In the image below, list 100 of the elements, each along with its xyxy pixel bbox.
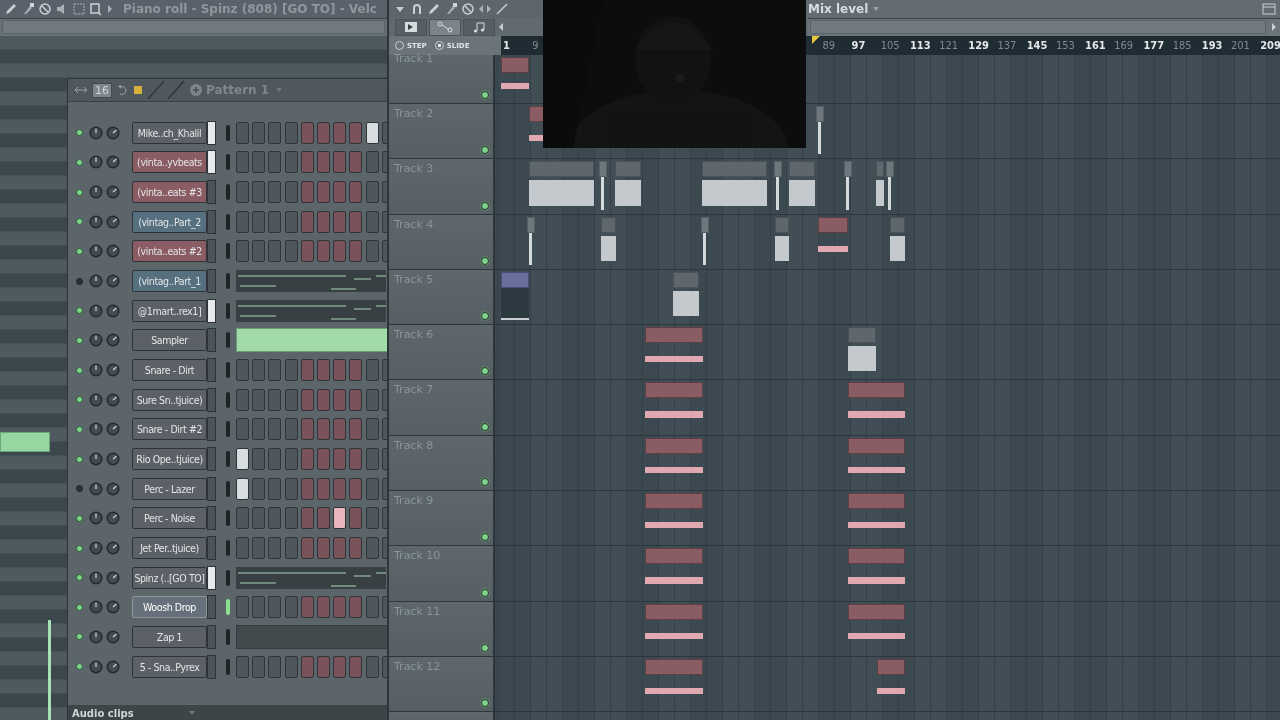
note-preview[interactable]	[236, 299, 386, 322]
slip-icon[interactable]	[478, 2, 492, 16]
channel-pad[interactable]	[226, 184, 230, 201]
volume-knob[interactable]	[106, 363, 120, 378]
volume-knob[interactable]	[106, 570, 120, 585]
channel-select-bar[interactable]	[207, 150, 216, 175]
channel-led[interactable]	[76, 574, 83, 582]
pan-knob[interactable]	[89, 363, 103, 378]
channel-button[interactable]: Sure Sn..tjuice)	[132, 388, 207, 411]
brush-icon[interactable]	[444, 2, 458, 16]
channel-led[interactable]	[76, 366, 83, 374]
volume-knob[interactable]	[106, 630, 120, 644]
channel-pad[interactable]	[226, 540, 230, 556]
track-led[interactable]	[481, 367, 489, 376]
mix-level-menu[interactable]: Mix level	[808, 1, 869, 16]
channel-pad[interactable]	[226, 302, 230, 319]
pan-knob[interactable]	[89, 630, 103, 644]
volume-knob[interactable]	[106, 481, 120, 496]
volume-knob[interactable]	[106, 600, 120, 615]
track-led[interactable]	[481, 643, 489, 652]
channel-button[interactable]: (vintag..Part_1	[132, 270, 207, 293]
channel-pad[interactable]	[226, 362, 230, 379]
channel-led[interactable]	[76, 485, 83, 493]
audio-clip[interactable]	[886, 161, 894, 210]
radio-button[interactable]	[434, 41, 444, 50]
track-led[interactable]	[481, 533, 489, 542]
volume-knob[interactable]	[106, 274, 120, 289]
channel-led[interactable]	[76, 307, 83, 315]
pan-knob[interactable]	[89, 185, 103, 200]
pan-knob[interactable]	[89, 600, 103, 615]
channel-pad[interactable]	[226, 213, 230, 230]
step-button[interactable]	[236, 448, 249, 471]
pan-knob[interactable]	[89, 303, 103, 318]
channel-led[interactable]	[76, 277, 83, 285]
volume-knob[interactable]	[106, 125, 120, 140]
volume-knob[interactable]	[106, 185, 120, 200]
track-led[interactable]	[481, 146, 489, 155]
channel-led[interactable]	[76, 188, 83, 196]
channel-pad[interactable]	[226, 599, 230, 616]
channel-led[interactable]	[76, 514, 83, 522]
step-button[interactable]	[236, 477, 249, 500]
channel-select-bar[interactable]	[207, 298, 216, 323]
audio-clip[interactable]	[774, 161, 782, 210]
volume-knob[interactable]	[106, 244, 120, 259]
audio-clip[interactable]	[599, 161, 607, 210]
slice-icon[interactable]	[495, 2, 509, 16]
volume-knob[interactable]	[106, 303, 120, 318]
track-led[interactable]	[481, 699, 489, 708]
channel-led[interactable]	[76, 336, 83, 344]
track-led[interactable]	[481, 91, 489, 99]
channel-pad[interactable]	[226, 273, 230, 290]
channel-led[interactable]	[76, 396, 83, 404]
channel-button[interactable]: (vinta..yvbeats	[132, 151, 207, 174]
channel-button[interactable]: Rio Ope..tjuice)	[132, 448, 207, 471]
channel-led[interactable]	[76, 603, 83, 611]
volume-knob[interactable]	[106, 155, 120, 170]
channel-button[interactable]: Jet Per..tjuice)	[132, 537, 207, 559]
channel-button[interactable]: Spinz (..[GO TO]	[132, 566, 207, 589]
pan-knob[interactable]	[89, 214, 103, 229]
channel-pad[interactable]	[226, 243, 230, 260]
pan-knob[interactable]	[89, 422, 103, 437]
window-icon[interactable]	[1262, 1, 1276, 16]
channel-button[interactable]: Perc - Noise	[132, 507, 207, 530]
track-led[interactable]	[481, 201, 489, 210]
pan-knob[interactable]	[89, 155, 103, 170]
channel-pad[interactable]	[226, 124, 230, 141]
channel-pad[interactable]	[226, 629, 230, 645]
channel-pad[interactable]	[226, 391, 230, 408]
pan-knob[interactable]	[89, 244, 103, 259]
channel-button[interactable]: (vintag..Part_2	[132, 210, 207, 233]
caret-icon[interactable]	[275, 86, 284, 94]
pan-knob[interactable]	[89, 392, 103, 407]
channel-pad[interactable]	[226, 510, 230, 527]
step-button[interactable]	[365, 121, 379, 144]
channel-led[interactable]	[76, 455, 83, 463]
pan-knob[interactable]	[89, 659, 103, 674]
channel-pad[interactable]	[226, 154, 230, 171]
channel-button[interactable]: Mike..ch_Khalil	[132, 121, 207, 144]
channel-led[interactable]	[76, 247, 83, 255]
volume-knob[interactable]	[106, 214, 120, 229]
select-icon[interactable]	[72, 1, 86, 16]
track-led[interactable]	[481, 478, 489, 487]
channel-pad[interactable]	[226, 421, 230, 438]
channel-button[interactable]: @1mart..rex1]	[132, 299, 207, 322]
pan-knob[interactable]	[89, 541, 103, 555]
channel-button[interactable]: Snare - Dirt	[132, 359, 207, 382]
automation-clip[interactable]	[501, 271, 529, 320]
track-led[interactable]	[481, 588, 489, 597]
channel-led[interactable]	[76, 544, 83, 552]
add-icon[interactable]	[190, 84, 202, 96]
channel-led[interactable]	[76, 663, 83, 671]
channel-button[interactable]: Sampler	[132, 329, 207, 352]
pan-knob[interactable]	[89, 125, 103, 140]
scroll-bar[interactable]	[810, 20, 1266, 35]
channel-button[interactable]: (vinta..eats #3	[132, 181, 207, 204]
channel-pad[interactable]	[226, 569, 230, 586]
note-preview[interactable]	[236, 270, 386, 293]
pan-knob[interactable]	[89, 481, 103, 496]
volume-knob[interactable]	[106, 659, 120, 674]
caret-icon[interactable]	[872, 4, 881, 13]
